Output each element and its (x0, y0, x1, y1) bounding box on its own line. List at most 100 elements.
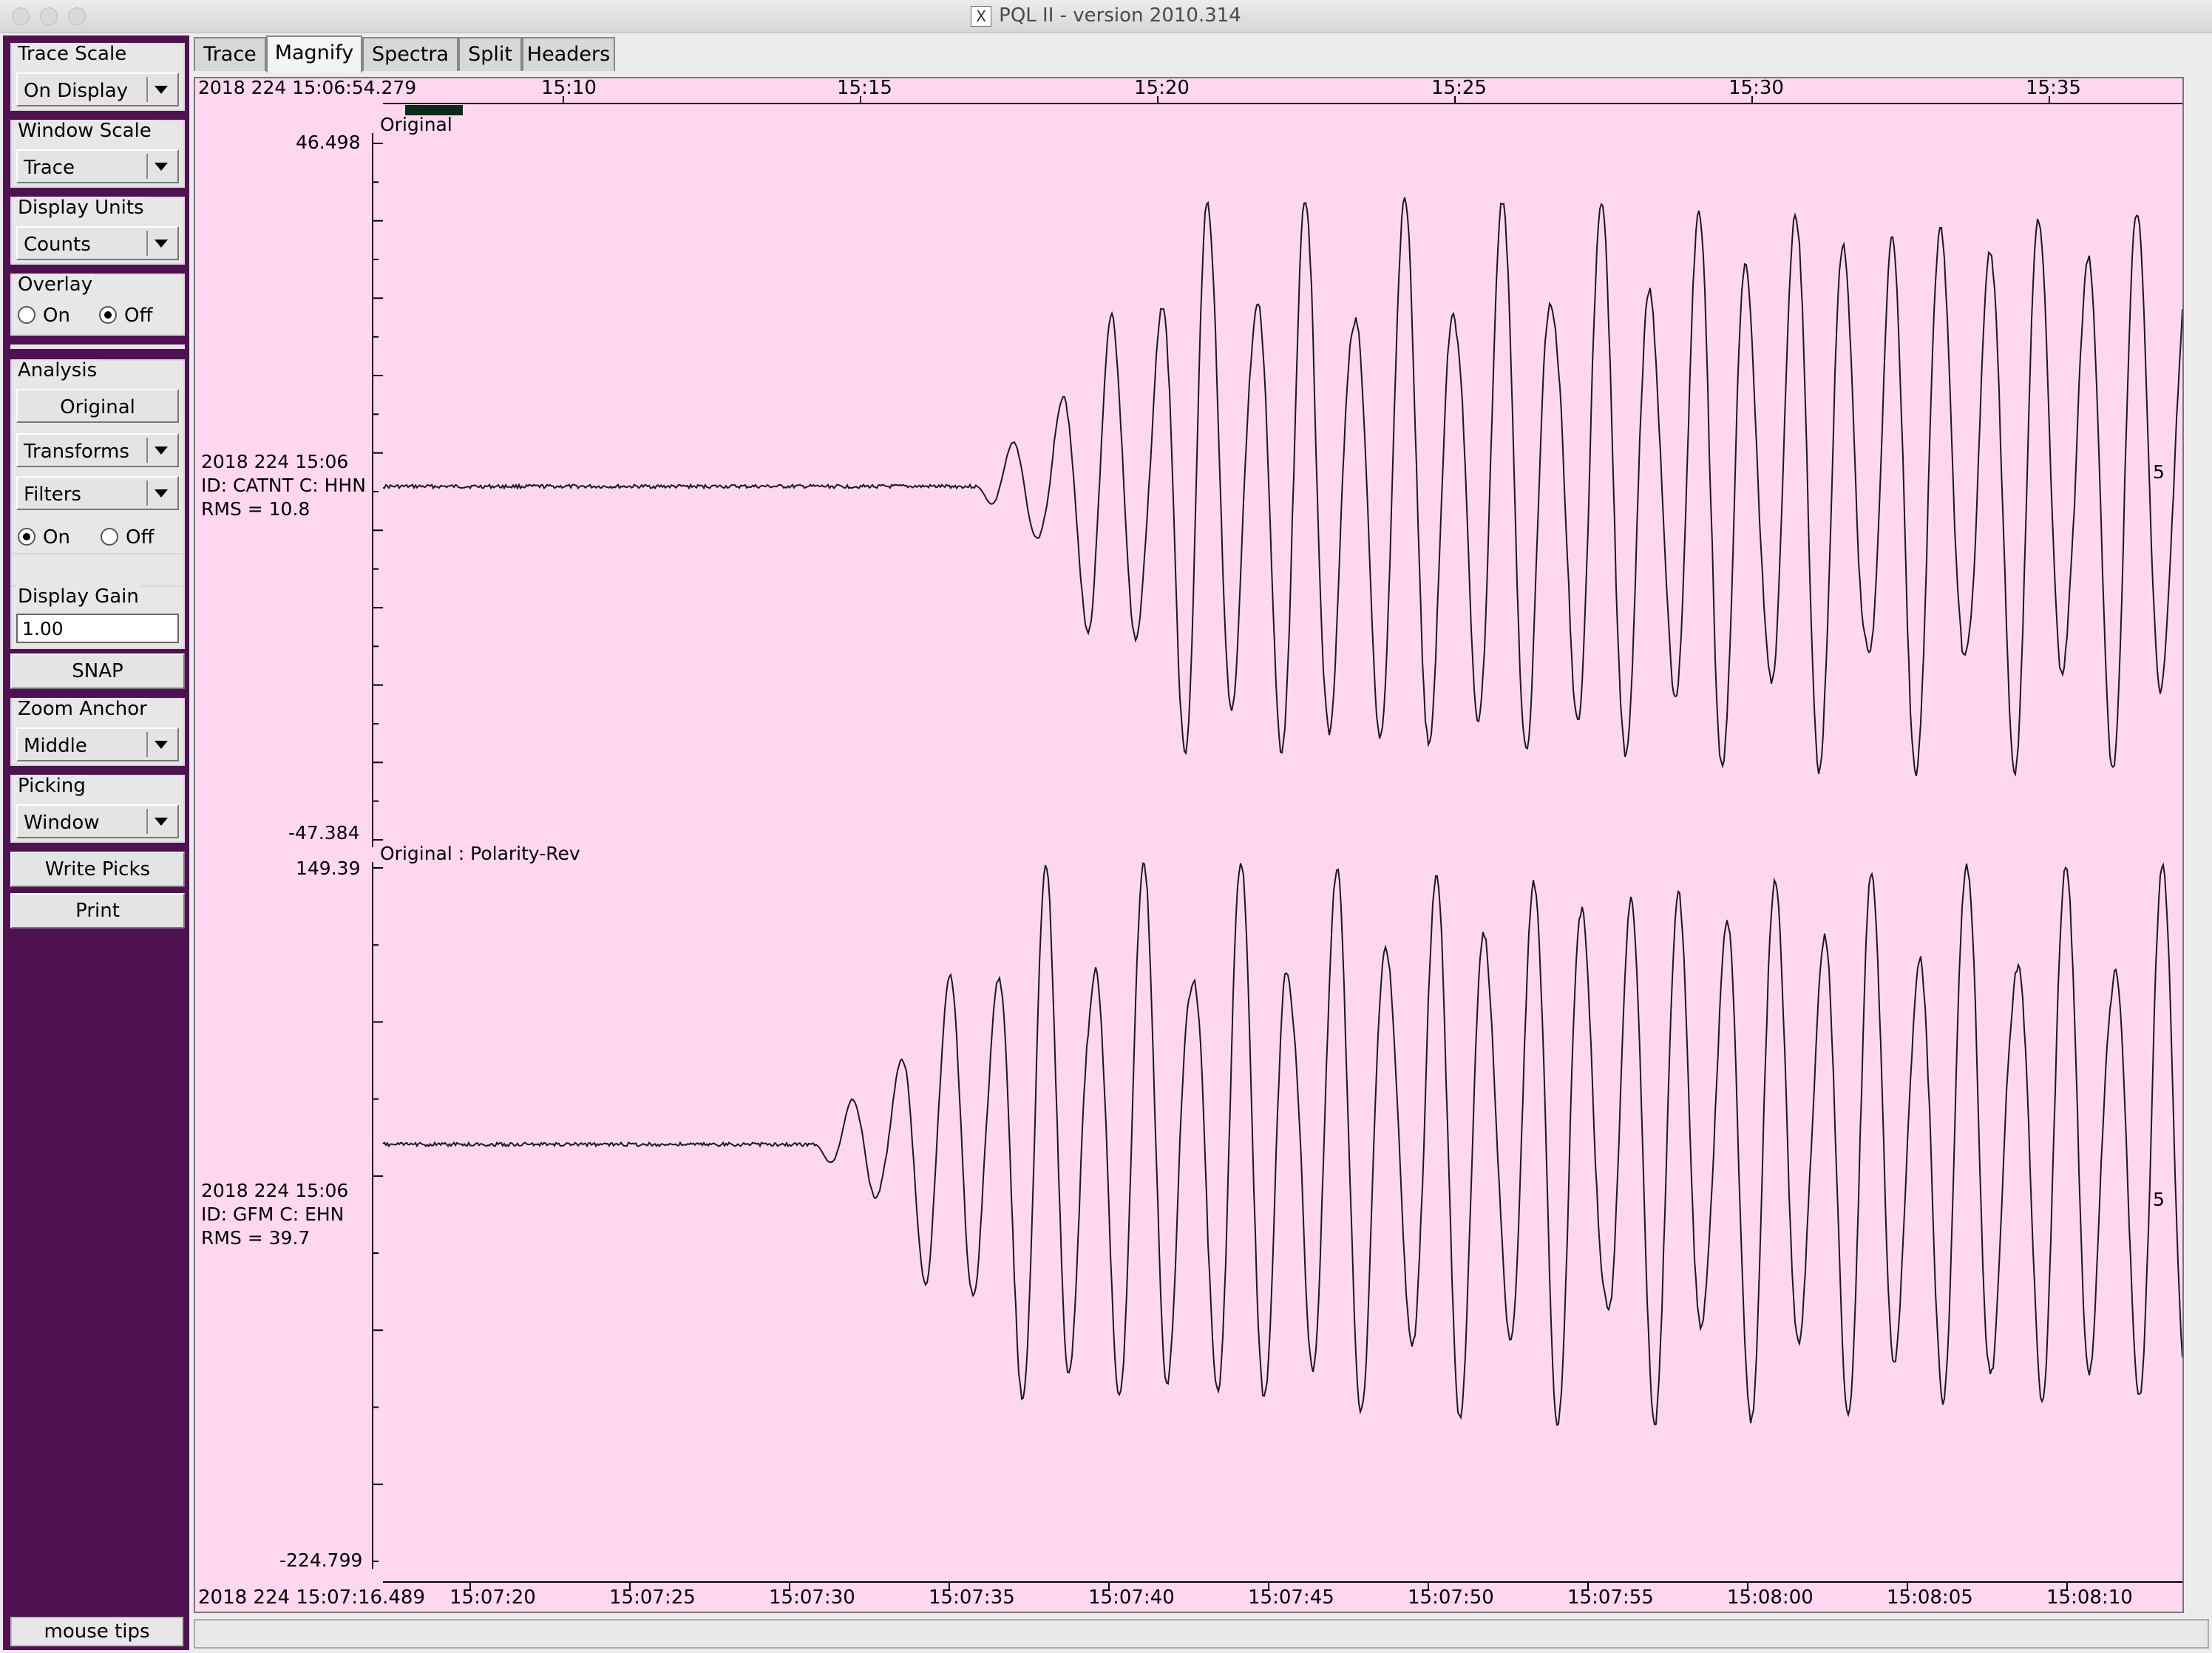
top-tick-label: 15:25 (1431, 77, 1487, 99)
analysis-group: Analysis Original Transforms Filters On … (10, 359, 185, 578)
radio-selected-icon (18, 528, 35, 546)
window-title-text: PQL II - version 2010.314 (999, 4, 1241, 27)
control-panel: Trace Scale On Display Window Scale Trac… (3, 35, 189, 1650)
overlay-off-radio[interactable]: Off (99, 305, 152, 327)
bottom-tick-label: 15:08:00 (1727, 1586, 1814, 1609)
trace1-waveform (382, 197, 2182, 777)
radio-icon (18, 306, 35, 324)
trace1-id: ID: CATNT C: HHN (201, 475, 366, 496)
chevron-down-icon[interactable] (146, 77, 174, 102)
bottom-tick-label: 15:07:45 (1248, 1586, 1334, 1609)
bottom-tick-label: 15:07:35 (929, 1586, 1015, 1609)
overlay-on-radio[interactable]: On (18, 305, 70, 327)
bottom-tick-label: 15:08:05 (1887, 1586, 1973, 1609)
top-tick-label: 15:30 (1728, 77, 1784, 99)
original-button-label: Original (60, 396, 135, 418)
window-scale-dropdown[interactable]: Trace (16, 149, 179, 183)
bottom-tick-label: 15:07:40 (1088, 1586, 1175, 1609)
transforms-dropdown[interactable]: Transforms (16, 433, 179, 467)
analysis-label: Analysis (16, 359, 99, 381)
window-scale-value: Trace (24, 157, 75, 179)
bottom-tick-label: 15:07:20 (449, 1586, 536, 1609)
window-title: X PQL II - version 2010.314 (0, 4, 2212, 27)
print-button[interactable]: Print (10, 893, 185, 929)
bottom-tick-label: 15:07:55 (1567, 1586, 1654, 1609)
chevron-down-icon[interactable] (146, 809, 174, 834)
trace2-ymin: -224.799 (279, 1550, 363, 1571)
transforms-label: Transforms (24, 441, 129, 463)
chevron-down-icon[interactable] (146, 732, 174, 757)
bottom-tick-label: 15:07:50 (1408, 1586, 1494, 1609)
trace2-y-ticks (373, 867, 383, 1562)
display-gain-input[interactable]: 1.00 (16, 614, 179, 643)
chevron-down-icon[interactable] (146, 154, 174, 179)
top-tick-label: 15:10 (541, 77, 597, 99)
tab-trace[interactable]: Trace (194, 37, 266, 71)
trace1-ymax: 46.498 (296, 132, 361, 153)
trace1-rms: RMS = 10.8 (201, 498, 311, 520)
vertical-scrollbar[interactable] (2187, 77, 2209, 1613)
zoom-anchor-dropdown[interactable]: Middle (16, 727, 179, 761)
zoom-anchor-group: Zoom Anchor Middle (10, 698, 185, 766)
horizontal-scrollbar[interactable] (194, 1619, 2209, 1649)
display-units-group: Display Units Counts (10, 197, 185, 265)
tab-magnify[interactable]: Magnify (266, 35, 362, 72)
trace2-label: Original : Polarity-Rev (380, 843, 580, 864)
bottom-tick-label: 15:08:10 (2046, 1586, 2133, 1609)
trace2-id: ID: GFM C: EHN (201, 1204, 345, 1225)
window-titlebar: X PQL II - version 2010.314 (0, 0, 2212, 33)
filters-off-radio[interactable]: Off (101, 526, 154, 549)
filters-dropdown[interactable]: Filters (16, 476, 179, 510)
picking-label: Picking (16, 775, 87, 797)
tab-split[interactable]: Split (458, 37, 522, 71)
trace-scale-value: On Display (24, 80, 129, 102)
bottom-tick-label: 15:07:25 (609, 1586, 696, 1609)
display-units-value: Counts (24, 234, 91, 256)
tab-headers[interactable]: Headers (522, 37, 615, 71)
chevron-down-icon[interactable] (146, 438, 174, 463)
trace-scale-label: Trace Scale (16, 43, 129, 65)
chevron-down-icon[interactable] (146, 231, 174, 256)
top-tick-label: 15:15 (837, 77, 892, 99)
trace2-right-marker: 5 (2153, 1189, 2165, 1210)
original-button[interactable]: Original (16, 389, 179, 423)
snap-button[interactable]: SNAP (10, 654, 185, 689)
window-scale-label: Window Scale (16, 120, 153, 142)
trace1-right-marker: 5 (2153, 461, 2165, 483)
filters-label: Filters (24, 483, 81, 506)
panel-separator (10, 344, 185, 349)
top-tick-label: 15:20 (1134, 77, 1190, 99)
trace-scale-dropdown[interactable]: On Display (16, 72, 179, 106)
display-units-dropdown[interactable]: Counts (16, 226, 179, 260)
tab-spectra[interactable]: Spectra (362, 37, 458, 71)
seismogram-plot[interactable]: 2018 224 15:06:54.279 15:10 15:15 15:20 … (194, 77, 2184, 1613)
top-axis-start-label: 2018 224 15:06:54.279 (198, 77, 417, 98)
trace-scale-group: Trace Scale On Display (10, 43, 185, 111)
display-units-label: Display Units (16, 197, 146, 219)
trace2-rms: RMS = 39.7 (201, 1227, 311, 1249)
trace2-time: 2018 224 15:06 (201, 1180, 349, 1201)
bottom-tick-label: 15:07:30 (769, 1586, 855, 1609)
display-gain-group-inner: Display Gain 1.00 (10, 585, 185, 649)
trace2-waveform (382, 862, 2182, 1427)
picking-dropdown[interactable]: Window (16, 804, 179, 838)
trace2-ymax: 149.39 (296, 858, 361, 879)
top-tick-label: 15:35 (2026, 77, 2081, 99)
radio-icon (101, 528, 118, 546)
trace1-label: Original (380, 114, 452, 135)
window-scale-group: Window Scale Trace (10, 120, 185, 188)
bottom-axis-start-label: 2018 224 15:07:16.489 (198, 1586, 425, 1609)
chevron-down-icon[interactable] (146, 481, 174, 506)
zoom-anchor-label: Zoom Anchor (16, 698, 149, 720)
zoom-anchor-value: Middle (24, 735, 87, 757)
filters-on-radio[interactable]: On (18, 526, 70, 549)
write-picks-button[interactable]: Write Picks (10, 852, 185, 887)
overlay-group: Overlay On Off (10, 274, 185, 336)
trace1-y-ticks (373, 143, 383, 841)
radio-selected-icon (99, 306, 117, 324)
x11-icon: X (971, 5, 992, 27)
overlay-label: Overlay (16, 274, 95, 296)
display-gain-label: Display Gain (16, 585, 140, 608)
mouse-tips-button[interactable]: mouse tips (10, 1617, 183, 1646)
trace1-time: 2018 224 15:06 (201, 451, 349, 472)
